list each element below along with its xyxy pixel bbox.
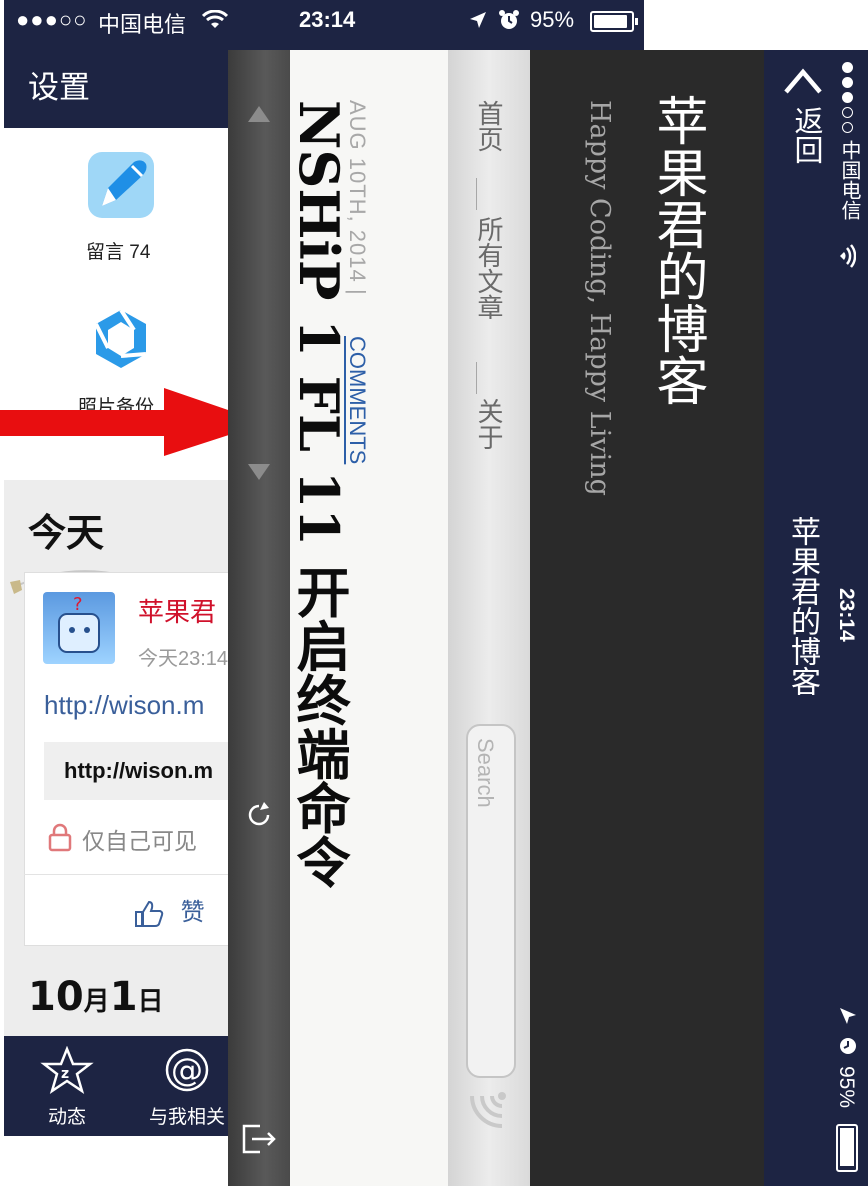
menu-about[interactable]: 关于: [470, 398, 507, 450]
page-title: 设置: [28, 70, 90, 105]
like-label: 赞: [180, 899, 205, 926]
battery-icon: [836, 1124, 858, 1172]
comments-link[interactable]: COMMENTS: [344, 336, 370, 464]
signal-strength: ●●●○○: [16, 7, 88, 32]
feed-section-title: 今天: [28, 511, 105, 555]
post-time: 今天23:14: [138, 648, 229, 670]
nav-title: 苹果君的博客: [785, 516, 820, 696]
scroll-up-icon[interactable]: [246, 104, 272, 126]
date-separator: |: [345, 288, 370, 296]
menu-all-articles[interactable]: 所有文章: [470, 216, 507, 320]
battery-icon: [590, 11, 638, 32]
chevron-back-icon[interactable]: [782, 66, 824, 96]
refresh-icon[interactable]: [242, 798, 276, 832]
carrier-label-rotated: 中国电信: [838, 140, 862, 220]
blog-title[interactable]: 苹果君的博客: [640, 94, 715, 406]
next-date-heading: 10月1日: [28, 974, 164, 1020]
message-board-label: 留言 74: [86, 242, 151, 263]
like-button[interactable]: 赞: [134, 892, 205, 928]
clock: 23:14: [299, 7, 356, 32]
avatar[interactable]: ?: [43, 592, 115, 664]
location-arrow-icon: [470, 12, 486, 28]
tab-feed[interactable]: z 动态: [34, 1045, 100, 1129]
menu-separator: [476, 178, 477, 210]
blog-subtitle: Happy Coding, Happy Living: [584, 100, 615, 496]
link-preview-text: http://wison.m: [64, 758, 214, 783]
scroll-down-icon[interactable]: [246, 460, 272, 482]
at-icon: @: [165, 1048, 209, 1092]
back-button[interactable]: 返回: [786, 106, 828, 164]
tab-mentions-label: 与我相关: [148, 1107, 225, 1128]
rss-icon[interactable]: [462, 1090, 508, 1136]
search-placeholder: Search: [473, 738, 498, 808]
menu-home[interactable]: 首页: [470, 100, 507, 152]
post-author[interactable]: 苹果君: [138, 592, 216, 629]
signal-dots-icon: [842, 62, 854, 136]
privacy-label: 仅自己可见: [82, 828, 197, 854]
alarm-icon: [499, 10, 519, 29]
carrier-label: 中国电信: [98, 12, 187, 37]
photo-backup-app[interactable]: [88, 306, 154, 372]
svg-text:z: z: [61, 1066, 69, 1082]
pen-icon: [102, 160, 147, 206]
exit-icon[interactable]: [240, 1122, 280, 1156]
message-board-app[interactable]: [88, 152, 154, 218]
location-arrow-icon: [840, 1008, 856, 1024]
article-date: AUG 10TH, 2014|: [345, 100, 370, 296]
link-preview[interactable]: http://wison.m: [44, 742, 244, 800]
tab-feed-label: 动态: [47, 1107, 86, 1128]
lock-icon: [48, 823, 72, 852]
post-text-link[interactable]: http://wison.m: [44, 690, 204, 721]
wifi-icon: [840, 244, 856, 268]
svg-text:?: ?: [73, 594, 83, 615]
tab-bar: z 动态 @ 与我相关: [4, 1036, 234, 1136]
wifi-icon: [202, 10, 228, 28]
star-z-icon: z: [40, 1045, 94, 1094]
status-bar: ●●●○○ 中国电信 23:14 95%: [4, 0, 644, 42]
photo-backup-icon: [94, 308, 147, 368]
menu-separator: [476, 362, 477, 394]
thumbs-up-icon: [135, 900, 164, 927]
clock-rotated: 23:14: [835, 588, 858, 642]
svg-text:@: @: [171, 1051, 203, 1089]
battery-percent: 95%: [530, 7, 575, 32]
tab-mentions[interactable]: @ 与我相关: [144, 1046, 230, 1129]
alarm-icon: [840, 1038, 856, 1054]
divider: [24, 874, 244, 875]
battery-percent-rotated: 95%: [835, 1066, 858, 1109]
